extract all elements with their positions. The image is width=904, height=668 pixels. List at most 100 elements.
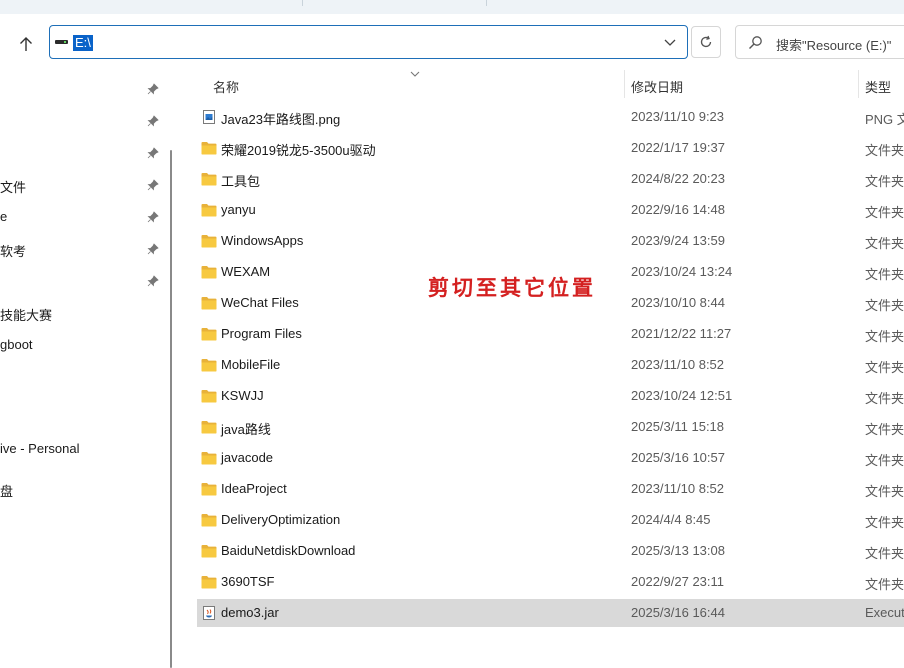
file-row[interactable]: Program Files 2021/12/22 11:27 文件夹 bbox=[197, 320, 904, 348]
file-list: 名称 修改日期 类型 Java23年路线图.png 2023/11/10 9:23… bbox=[181, 70, 904, 668]
file-modified-date: 2021/12/22 11:27 bbox=[631, 326, 732, 341]
file-name[interactable]: yanyu bbox=[221, 202, 256, 217]
sidebar-item-e[interactable]: e bbox=[0, 209, 7, 224]
navigation-pane: 文件 e 软考 技能大赛 gboot ive - Personal 盘 bbox=[0, 70, 166, 668]
file-modified-date: 2025/3/13 13:08 bbox=[631, 543, 725, 558]
tab-separator bbox=[486, 0, 487, 6]
file-type: Executa bbox=[865, 605, 904, 620]
file-type: 文件夹 bbox=[865, 484, 904, 499]
file-name[interactable]: WindowsApps bbox=[221, 233, 303, 248]
file-type: 文件夹 bbox=[865, 546, 904, 561]
folder-icon bbox=[201, 172, 217, 186]
folder-icon bbox=[201, 358, 217, 372]
file-name[interactable]: 3690TSF bbox=[221, 574, 274, 589]
pin-icon[interactable] bbox=[147, 275, 159, 287]
file-row[interactable]: DeliveryOptimization 2024/4/4 8:45 文件夹 bbox=[197, 506, 904, 534]
pin-icon[interactable] bbox=[147, 83, 159, 95]
file-modified-date: 2023/10/10 8:44 bbox=[631, 295, 725, 310]
file-modified-date: 2023/10/24 13:24 bbox=[631, 264, 733, 279]
pin-icon[interactable] bbox=[147, 115, 159, 127]
column-divider[interactable] bbox=[624, 70, 625, 98]
column-header-type[interactable]: 类型 bbox=[865, 77, 891, 97]
address-path[interactable]: E:\ bbox=[73, 35, 93, 51]
file-row[interactable]: 工具包 2024/8/22 20:23 文件夹 bbox=[197, 165, 904, 193]
jar-file-icon bbox=[201, 606, 217, 620]
file-modified-date: 2025/3/16 10:57 bbox=[631, 450, 725, 465]
file-modified-date: 2022/1/17 19:37 bbox=[631, 140, 725, 155]
file-name[interactable]: Java23年路线图.png bbox=[221, 109, 340, 128]
sidebar-item-skills-contest[interactable]: 技能大赛 bbox=[0, 305, 52, 324]
search-placeholder[interactable]: 搜索"Resource (E:)" bbox=[776, 35, 891, 54]
file-row[interactable]: 荣耀2019锐龙5-3500u驱动 2022/1/17 19:37 文件夹 bbox=[197, 134, 904, 162]
file-row[interactable]: demo3.jar 2025/3/16 16:44 Executa bbox=[197, 599, 904, 627]
file-type: 文件夹 bbox=[865, 143, 904, 158]
file-row[interactable]: java路线 2025/3/11 15:18 文件夹 bbox=[197, 413, 904, 441]
file-name[interactable]: IdeaProject bbox=[221, 481, 287, 496]
file-name[interactable]: KSWJJ bbox=[221, 388, 264, 403]
sidebar-item-ruankao[interactable]: 软考 bbox=[0, 241, 26, 260]
pin-icon[interactable] bbox=[147, 179, 159, 191]
column-header-name[interactable]: 名称 bbox=[213, 77, 239, 97]
file-modified-date: 2023/10/24 12:51 bbox=[631, 388, 733, 403]
sidebar-item-documents[interactable]: 文件 bbox=[0, 177, 26, 196]
arrow-up-icon bbox=[20, 37, 32, 51]
column-header-date[interactable]: 修改日期 bbox=[631, 77, 683, 97]
chevron-down-icon[interactable] bbox=[663, 35, 677, 49]
file-modified-date: 2023/9/24 13:59 bbox=[631, 233, 725, 248]
file-row[interactable]: 3690TSF 2022/9/27 23:11 文件夹 bbox=[197, 568, 904, 596]
folder-icon bbox=[201, 482, 217, 496]
tab-separator bbox=[302, 0, 303, 6]
file-type: 文件夹 bbox=[865, 360, 904, 375]
pin-icon[interactable] bbox=[147, 211, 159, 223]
pin-icon[interactable] bbox=[147, 147, 159, 159]
sidebar-item-onedrive[interactable]: ive - Personal bbox=[0, 441, 79, 456]
file-type: 文件夹 bbox=[865, 236, 904, 251]
file-name[interactable]: WEXAM bbox=[221, 264, 270, 279]
folder-icon bbox=[201, 420, 217, 434]
file-type: PNG 文 bbox=[865, 112, 904, 127]
column-divider[interactable] bbox=[858, 70, 859, 98]
pin-icon[interactable] bbox=[147, 243, 159, 255]
file-type: 文件夹 bbox=[865, 298, 904, 313]
navigation-toolbar: E:\ 搜索"Resource (E:)" bbox=[0, 14, 904, 70]
refresh-button[interactable] bbox=[691, 26, 721, 58]
file-name[interactable]: 工具包 bbox=[221, 171, 260, 190]
file-name[interactable]: 荣耀2019锐龙5-3500u驱动 bbox=[221, 140, 376, 159]
file-name[interactable]: demo3.jar bbox=[221, 605, 279, 620]
file-name[interactable]: Program Files bbox=[221, 326, 302, 341]
up-button[interactable] bbox=[12, 30, 40, 58]
file-type: 文件夹 bbox=[865, 267, 904, 282]
drive-icon bbox=[55, 40, 68, 44]
file-type: 文件夹 bbox=[865, 515, 904, 530]
folder-icon bbox=[201, 203, 217, 217]
file-name[interactable]: java路线 bbox=[221, 419, 271, 438]
sidebar-item-disk[interactable]: 盘 bbox=[0, 481, 13, 500]
file-row[interactable]: yanyu 2022/9/16 14:48 文件夹 bbox=[197, 196, 904, 224]
file-name[interactable]: javacode bbox=[221, 450, 273, 465]
file-modified-date: 2023/11/10 9:23 bbox=[631, 109, 725, 124]
file-row[interactable]: KSWJJ 2023/10/24 12:51 文件夹 bbox=[197, 382, 904, 410]
file-name[interactable]: DeliveryOptimization bbox=[221, 512, 340, 527]
sidebar-scrollbar[interactable] bbox=[170, 150, 172, 668]
address-bar[interactable]: E:\ bbox=[49, 25, 688, 59]
search-box[interactable]: 搜索"Resource (E:)" bbox=[735, 25, 904, 59]
file-row[interactable]: MobileFile 2023/11/10 8:52 文件夹 bbox=[197, 351, 904, 379]
file-name[interactable]: BaiduNetdiskDownload bbox=[221, 543, 355, 558]
file-modified-date: 2022/9/27 23:11 bbox=[631, 574, 725, 589]
file-modified-date: 2024/4/4 8:45 bbox=[631, 512, 711, 527]
folder-icon bbox=[201, 234, 217, 248]
file-row[interactable]: BaiduNetdiskDownload 2025/3/13 13:08 文件夹 bbox=[197, 537, 904, 565]
folder-icon bbox=[201, 451, 217, 465]
search-icon bbox=[749, 36, 762, 49]
folder-icon bbox=[201, 544, 217, 558]
image-file-icon bbox=[201, 110, 217, 124]
file-name[interactable]: WeChat Files bbox=[221, 295, 299, 310]
file-row[interactable]: Java23年路线图.png 2023/11/10 9:23 PNG 文 bbox=[197, 103, 904, 131]
file-modified-date: 2023/11/10 8:52 bbox=[631, 357, 725, 372]
file-row[interactable]: IdeaProject 2023/11/10 8:52 文件夹 bbox=[197, 475, 904, 503]
file-row[interactable]: WindowsApps 2023/9/24 13:59 文件夹 bbox=[197, 227, 904, 255]
sidebar-item-springboot[interactable]: gboot bbox=[0, 337, 33, 352]
file-row[interactable]: javacode 2025/3/16 10:57 文件夹 bbox=[197, 444, 904, 472]
file-name[interactable]: MobileFile bbox=[221, 357, 280, 372]
file-type: 文件夹 bbox=[865, 391, 904, 406]
